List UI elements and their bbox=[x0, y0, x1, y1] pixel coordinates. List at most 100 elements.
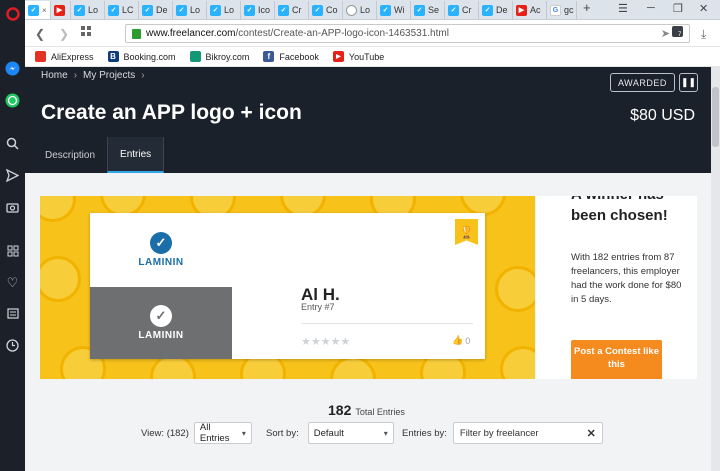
url-field[interactable]: www.freelancer.com/contest/Create-an-APP… bbox=[125, 24, 690, 43]
browser-tab[interactable]: ✓ LC bbox=[105, 1, 139, 19]
like-count: 0 bbox=[465, 335, 471, 346]
browser-tab[interactable]: ✓ Lo bbox=[207, 1, 241, 19]
restore-icon[interactable]: ❐ bbox=[673, 2, 683, 15]
bookmark-booking[interactable]: B Booking.com bbox=[107, 51, 176, 62]
winner-summary-text: With 182 entries from 87 freelancers, th… bbox=[571, 252, 682, 305]
browser-tab[interactable]: ✓ × bbox=[25, 1, 51, 19]
new-tab-icon[interactable]: + bbox=[583, 0, 591, 15]
rating-stars: ★★★★★ bbox=[301, 336, 351, 348]
browser-tab[interactable]: ✓ Wi bbox=[377, 1, 411, 19]
camera-icon[interactable] bbox=[4, 198, 21, 215]
url-path: /contest/Create-an-APP-logo-icon-1463531… bbox=[235, 28, 449, 39]
download-icon[interactable]: ⤓ bbox=[701, 27, 706, 42]
browser-tab[interactable]: ✓ Se bbox=[411, 1, 445, 19]
like-button[interactable]: 👍 0 bbox=[452, 335, 470, 346]
minimize-icon[interactable]: ─ bbox=[647, 2, 655, 14]
send-icon[interactable] bbox=[4, 167, 21, 184]
browser-tab[interactable]: ✓ Lo bbox=[173, 1, 207, 19]
winning-entry-card[interactable]: ✓ LAMININ ✓ LAMININ 🏆 Al H. Entry #7 ★★★… bbox=[90, 213, 485, 359]
contest-header: Home › My Projects › AWARDED ❚❚ Create an A… bbox=[25, 67, 711, 173]
brand-name: LAMININ bbox=[138, 330, 184, 341]
browser-tab[interactable]: Lo bbox=[343, 1, 377, 19]
bookmark-facebook[interactable]: f Facebook bbox=[263, 51, 319, 62]
news-icon[interactable] bbox=[4, 305, 21, 322]
winner-heading: A winner has been chosen! bbox=[571, 196, 668, 224]
tab-label: gc bbox=[564, 5, 574, 15]
bookmark-label: Facebook bbox=[279, 51, 319, 62]
url-host: www.freelancer.com bbox=[146, 28, 236, 39]
view-filter: View: (182) All Entries ▾ bbox=[141, 422, 252, 444]
coin-decoration bbox=[500, 346, 535, 379]
entry-logo-dark[interactable]: ✓ LAMININ bbox=[90, 287, 232, 359]
browser-tab[interactable]: ✓ Lo bbox=[71, 1, 105, 19]
facebook-icon: f bbox=[263, 51, 275, 62]
freelancer-favicon-icon: ✓ bbox=[312, 4, 323, 16]
browser-tab[interactable]: ▶ bbox=[51, 1, 71, 19]
breadcrumb-home[interactable]: Home bbox=[41, 70, 68, 81]
opera-logo-icon[interactable] bbox=[4, 5, 21, 22]
tab-strip: ✓ × ▶ ✓ Lo ✓ LC ✓ De ✓ Lo ✓ Lo ✓ Ico ✓ Cr ✓ Co Lo… bbox=[25, 0, 720, 20]
heart-icon[interactable]: ♡ bbox=[4, 274, 21, 291]
tab-label: Cr bbox=[462, 5, 472, 15]
clear-filter-icon[interactable]: ✕ bbox=[587, 427, 596, 440]
tab-close-icon[interactable]: × bbox=[42, 6, 47, 15]
trophy-icon: 🏆 bbox=[455, 219, 478, 245]
tab-label: Co bbox=[326, 5, 338, 15]
pause-icon[interactable]: ❚❚ bbox=[679, 73, 698, 92]
bookmark-bikroy[interactable]: Bikroy.com bbox=[189, 51, 250, 62]
entry-logo-light[interactable]: ✓ LAMININ bbox=[90, 213, 232, 287]
youtube-favicon-icon: ▶ bbox=[54, 4, 65, 16]
speed-dial-grid-icon[interactable] bbox=[80, 25, 92, 40]
sort-label: Sort by: bbox=[266, 427, 299, 439]
back-icon[interactable]: ❮ bbox=[35, 27, 45, 41]
tab-label: LC bbox=[122, 5, 134, 15]
coin-decoration bbox=[495, 266, 535, 312]
view-label: View: (182) bbox=[141, 427, 189, 439]
laminin-logo-icon: ✓ bbox=[150, 305, 172, 327]
speed-dial-icon[interactable] bbox=[4, 242, 21, 259]
browser-tab[interactable]: ✓ Ico bbox=[241, 1, 275, 19]
close-window-icon[interactable]: ✕ bbox=[699, 2, 708, 15]
page-scrollbar[interactable] bbox=[711, 67, 720, 471]
view-select[interactable]: All Entries ▾ bbox=[193, 422, 252, 444]
thumbs-up-icon: 👍 bbox=[452, 335, 464, 345]
messenger-icon[interactable] bbox=[4, 60, 21, 77]
address-bar-row: ❮ ❯ www.freelancer.com/contest/Create-an… bbox=[25, 20, 720, 47]
tab-menu-icon[interactable]: ☰ bbox=[618, 2, 628, 15]
browser-tab[interactable]: ✓ Co bbox=[309, 1, 343, 19]
bookmark-youtube[interactable]: ▶ YouTube bbox=[332, 51, 385, 62]
breadcrumb-my-projects[interactable]: My Projects bbox=[83, 70, 135, 81]
browser-tab[interactable]: ▶ Ac bbox=[513, 1, 547, 19]
breadcrumb: Home › My Projects › bbox=[41, 70, 151, 81]
bookmark-label: YouTube bbox=[348, 51, 385, 62]
browser-sidebar: ♡ bbox=[0, 0, 25, 471]
freelancer-filter-input[interactable]: Filter by freelancer ✕ bbox=[452, 422, 603, 444]
entries-filter: Entries by: Filter by freelancer ✕ bbox=[402, 422, 603, 444]
history-icon[interactable] bbox=[4, 337, 21, 354]
bookmarks-bar: AliExpress B Booking.com Bikroy.com f Face… bbox=[25, 47, 720, 67]
browser-tab[interactable]: ✓ Cr bbox=[445, 1, 479, 19]
scrollbar-thumb[interactable] bbox=[712, 87, 719, 147]
freelancer-favicon-icon: ✓ bbox=[74, 4, 85, 16]
browser-tab[interactable]: Ggc bbox=[547, 1, 577, 19]
forward-icon[interactable]: ❯ bbox=[59, 27, 69, 41]
search-icon[interactable] bbox=[4, 135, 21, 152]
browser-tab[interactable]: ✓ De bbox=[139, 1, 173, 19]
browser-tab[interactable]: ✓ De bbox=[479, 1, 513, 19]
post-contest-button[interactable]: Post a Contest like this bbox=[571, 340, 662, 379]
tab-description[interactable]: Description bbox=[33, 137, 107, 173]
extensions-icon[interactable]: 7 bbox=[671, 25, 684, 41]
browser-tab[interactable]: ✓ Cr bbox=[275, 1, 309, 19]
tab-label: Lo bbox=[88, 5, 99, 15]
winner-banner: ✓ LAMININ ✓ LAMININ 🏆 Al H. Entry #7 ★★★… bbox=[40, 196, 535, 379]
freelancer-favicon-icon: ✓ bbox=[278, 4, 289, 16]
tab-entries[interactable]: Entries bbox=[107, 137, 165, 173]
breadcrumb-separator: › bbox=[73, 70, 78, 81]
contest-tabs: Description Entries bbox=[33, 137, 165, 173]
bookmark-label: Bikroy.com bbox=[205, 51, 250, 62]
bookmark-aliexpress[interactable]: AliExpress bbox=[35, 51, 94, 62]
whatsapp-icon[interactable] bbox=[4, 92, 21, 109]
total-entries: 182 Total Entries bbox=[328, 402, 405, 418]
contest-price: $80 USD bbox=[630, 107, 695, 124]
sort-select[interactable]: Default ▾ bbox=[307, 422, 394, 444]
